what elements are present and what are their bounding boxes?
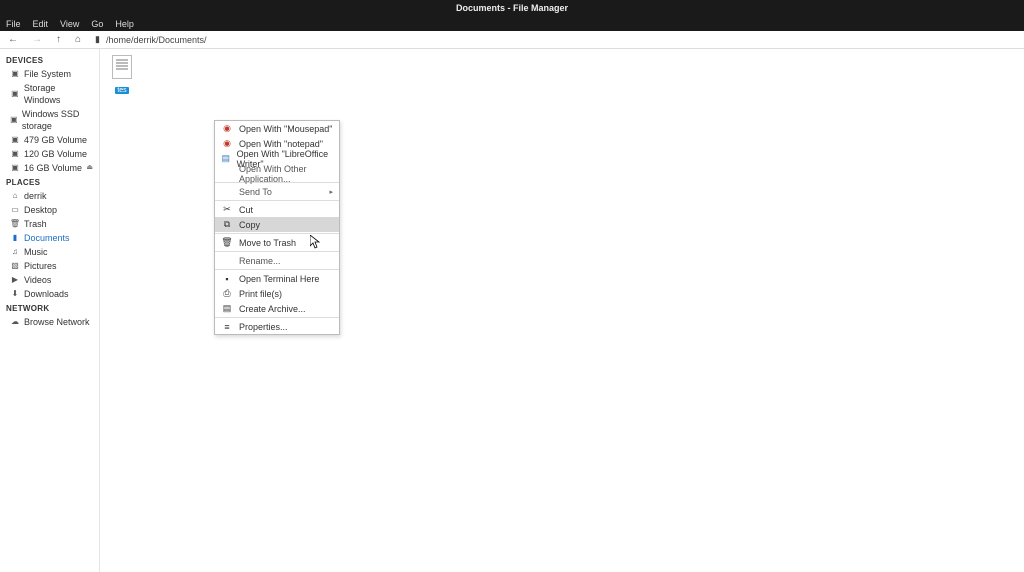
sidebar-item-desktop[interactable]: ▭Desktop [0,203,99,217]
network-icon: ☁ [10,317,20,327]
ctx-properties[interactable]: ≡Properties... [215,319,339,334]
sidebar-item-music[interactable]: ♫Music [0,245,99,259]
drive-icon: ▣ [10,89,20,99]
menu-edit[interactable]: Edit [33,19,49,29]
separator [215,251,339,252]
desktop-icon: ▭ [10,205,20,215]
cut-icon: ✂ [221,204,233,216]
pictures-icon: ▧ [10,261,20,271]
ctx-move-trash[interactable]: 🗑Move to Trash [215,235,339,250]
copy-icon: ⧉ [221,219,233,231]
drive-icon: ▣ [10,149,20,159]
notepad-icon: ◉ [221,138,233,150]
music-icon: ♫ [10,247,20,257]
ctx-open-terminal[interactable]: ▪Open Terminal Here [215,271,339,286]
back-button[interactable]: ← [8,34,18,45]
sidebar-item-trash[interactable]: 🗑Trash [0,217,99,231]
sidebar-section-places: PLACES [0,175,99,189]
sidebar-item-16gb[interactable]: ▣16 GB Volume⏏ [0,161,99,175]
home-button[interactable]: ⌂ [75,34,81,45]
terminal-icon: ▪ [221,273,233,285]
mousepad-icon: ◉ [221,123,233,135]
separator [215,233,339,234]
sidebar-item-documents[interactable]: ▮Documents [0,231,99,245]
drive-icon: ▣ [10,135,20,145]
trash-icon: 🗑 [10,219,20,229]
file-name-label: tes [115,87,128,94]
up-button[interactable]: ↑ [56,34,61,45]
toolbar: ← → ↑ ⌂ ▮ /home/derrik/Documents/ [0,31,1024,49]
libreoffice-icon: ▤ [221,153,231,165]
sidebar-item-120gb[interactable]: ▣120 GB Volume [0,147,99,161]
drive-icon: ▣ [10,69,20,79]
eject-icon[interactable]: ⏏ [86,162,93,174]
file-item[interactable]: tes [108,55,136,97]
print-icon: ⎙ [221,288,233,300]
menubar: File Edit View Go Help [0,16,1024,31]
archive-icon: ▤ [221,303,233,315]
text-file-icon [112,55,132,79]
submenu-arrow-icon: ▸ [329,188,333,196]
sidebar-item-downloads[interactable]: ⬇Downloads [0,287,99,301]
sidebar-item-home[interactable]: ⌂derrik [0,189,99,203]
sidebar-section-devices: DEVICES [0,53,99,67]
downloads-icon: ⬇ [10,289,20,299]
documents-icon: ▮ [10,233,20,243]
videos-icon: ▶ [10,275,20,285]
properties-icon: ≡ [221,321,233,333]
menu-go[interactable]: Go [91,19,103,29]
drive-icon: ▣ [10,115,18,125]
ctx-open-mousepad[interactable]: ◉Open With "Mousepad" [215,121,339,136]
ctx-create-archive[interactable]: ▤Create Archive... [215,301,339,316]
sidebar: DEVICES ▣File System ▣Storage Windows ▣W… [0,49,100,572]
menu-file[interactable]: File [6,19,21,29]
separator [215,317,339,318]
ctx-send-to[interactable]: Send To▸ [215,184,339,199]
ctx-copy[interactable]: ⧉Copy [215,217,339,232]
sidebar-item-pictures[interactable]: ▧Pictures [0,259,99,273]
context-menu: ◉Open With "Mousepad" ◉Open With "notepa… [214,120,340,335]
ctx-print[interactable]: ⎙Print file(s) [215,286,339,301]
sidebar-item-windows-ssd[interactable]: ▣Windows SSD storage [0,107,99,133]
trash-icon: 🗑 [221,237,233,249]
ctx-rename[interactable]: Rename... [215,253,339,268]
sidebar-item-filesystem[interactable]: ▣File System [0,67,99,81]
separator [215,269,339,270]
file-pane[interactable]: tes ◉Open With "Mousepad" ◉Open With "no… [100,49,1024,572]
separator [215,200,339,201]
menu-help[interactable]: Help [115,19,134,29]
folder-icon: ▮ [95,34,100,45]
sidebar-item-storage-windows[interactable]: ▣Storage Windows [0,81,99,107]
sidebar-item-479gb[interactable]: ▣479 GB Volume [0,133,99,147]
location-path[interactable]: /home/derrik/Documents/ [106,35,207,45]
forward-button[interactable]: → [32,34,42,45]
ctx-open-other[interactable]: Open With Other Application... [215,166,339,181]
drive-icon: ▣ [10,163,20,173]
window-titlebar: Documents - File Manager [0,0,1024,16]
menu-view[interactable]: View [60,19,79,29]
ctx-cut[interactable]: ✂Cut [215,202,339,217]
sidebar-item-browse-network[interactable]: ☁Browse Network [0,315,99,329]
sidebar-section-network: NETWORK [0,301,99,315]
sidebar-item-videos[interactable]: ▶Videos [0,273,99,287]
home-icon: ⌂ [10,191,20,201]
